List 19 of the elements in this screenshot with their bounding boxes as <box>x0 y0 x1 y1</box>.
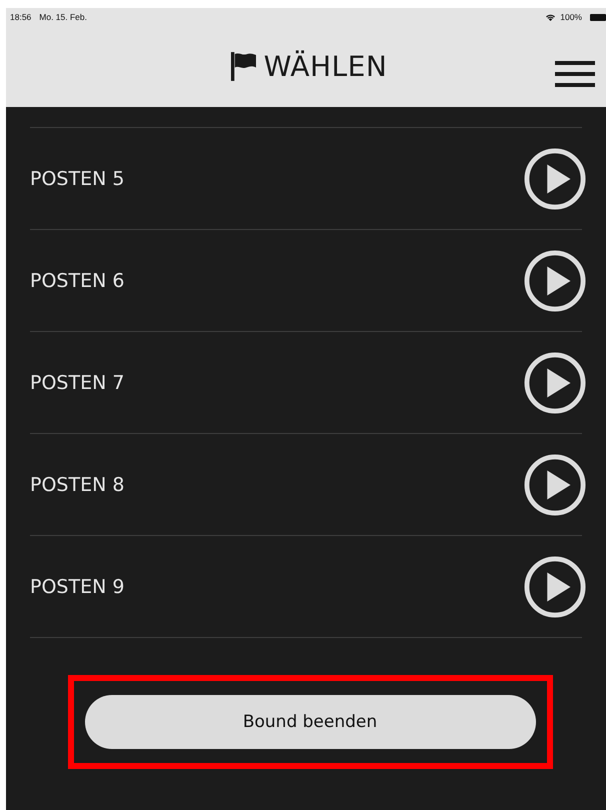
post-label[interactable]: POSTEN 5 <box>30 168 124 190</box>
post-label[interactable]: POSTEN 6 <box>30 270 124 292</box>
battery-percent: 100% <box>560 12 582 22</box>
play-icon[interactable] <box>524 148 586 210</box>
post-label[interactable]: POSTEN 9 <box>30 576 124 598</box>
flag-icon <box>230 52 256 81</box>
end-button[interactable]: Bound beenden <box>84 695 536 749</box>
menu-icon[interactable] <box>555 61 595 87</box>
play-icon[interactable] <box>524 250 586 312</box>
status-date: Mo. 15. Feb. <box>39 12 87 22</box>
post-label[interactable]: POSTEN 8 <box>30 474 124 496</box>
wifi-icon <box>545 13 556 21</box>
post-label[interactable]: POSTEN 7 <box>30 372 124 394</box>
screen-title: WÄHLEN <box>264 50 388 83</box>
status-time: 18:56 <box>10 12 32 22</box>
battery-icon <box>590 14 606 20</box>
play-icon[interactable] <box>524 556 586 618</box>
play-icon[interactable] <box>524 454 586 516</box>
play-icon[interactable] <box>524 352 586 414</box>
